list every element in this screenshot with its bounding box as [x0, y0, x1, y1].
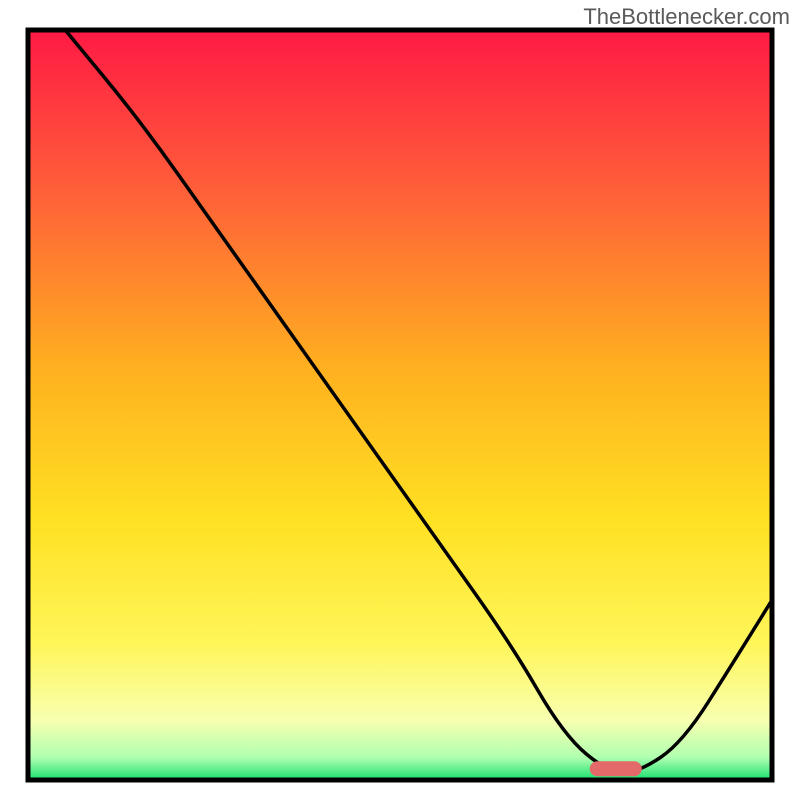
- chart-svg: [0, 0, 800, 800]
- optimal-marker: [590, 761, 642, 776]
- chart-container: TheBottlenecker.com: [0, 0, 800, 800]
- chart-background: [28, 30, 772, 780]
- watermark-text: TheBottlenecker.com: [583, 4, 790, 30]
